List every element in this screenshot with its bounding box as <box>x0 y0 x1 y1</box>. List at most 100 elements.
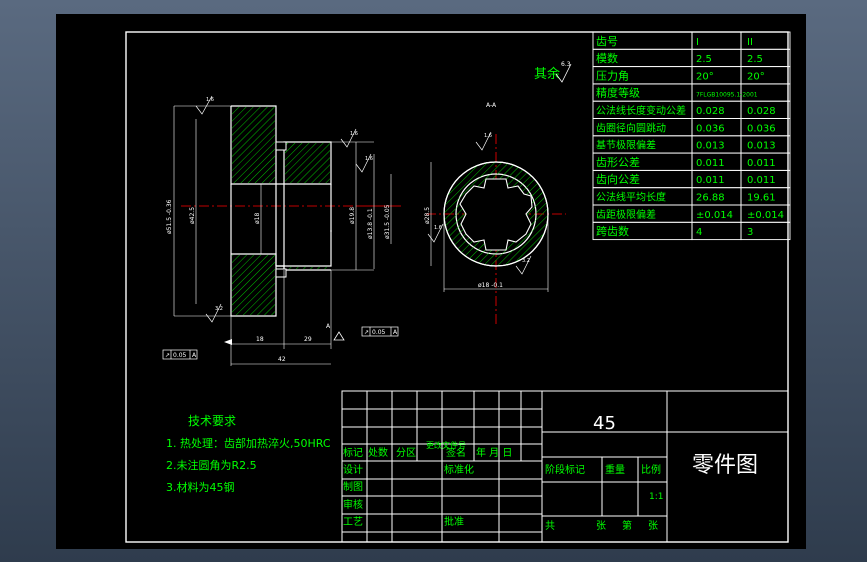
tb-mark: 标记 <box>343 447 363 459</box>
gear-table-value-1: 4 <box>696 227 702 238</box>
gear-table-value-1: 20° <box>696 71 714 82</box>
gear-table-row: 压力角 20° 20° <box>592 66 791 85</box>
main-section-view: ø51.5 -0.36 ø42.5 ø18 ø19.8 ø13.8 -0.1 ø… <box>162 95 401 366</box>
roughness-mark: 1.6 <box>484 133 492 139</box>
roughness-main: 6.3 <box>561 61 571 68</box>
tolerance-symbol: ↗ <box>165 352 170 359</box>
material-code: 45 <box>593 413 616 434</box>
gear-table-row: 公法线平均长度 26.88 19.61 <box>592 187 791 206</box>
cad-viewport[interactable]: ø51.5 -0.36 ø42.5 ø18 ø19.8 ø13.8 -0.1 ø… <box>0 0 867 562</box>
tolerance-symbol: ↗ <box>364 329 369 336</box>
tb-scale-value: 1:1 <box>649 492 663 502</box>
dim-width-42: 42 <box>278 356 286 363</box>
gear-table-value-1: 7FLGB10095.1-2001 <box>696 92 758 99</box>
tolerance-frame-left: ↗ 0.05 A <box>162 349 198 360</box>
dim-tip-diameter: ø51.5 -0.36 <box>166 199 173 234</box>
datum-marker-right <box>333 331 345 341</box>
end-dim-left: ø28.5 <box>424 207 431 224</box>
gear-table-row: 模数 2.5 2.5 <box>592 48 791 68</box>
gear-parameter-table: 齿号 I II模数 2.5 2.5压力角 20° 20°精度等级 7FLGB10095.1-2… <box>592 31 791 241</box>
gear-table-label: 精度等级 <box>596 86 640 100</box>
gear-table-value-2: ±0.014 <box>747 210 784 221</box>
tb-total: 共 <box>545 520 555 532</box>
tech-item: 2.未注圆角为R2.5 <box>166 458 257 472</box>
end-dim-bottom: ø18 -0.1 <box>478 282 503 289</box>
drawing-sheet: ø51.5 -0.36 ø42.5 ø18 ø19.8 ø13.8 -0.1 ø… <box>56 14 806 549</box>
gear-table-label: 公法线平均长度 <box>596 191 666 204</box>
gear-table-row: 齿圈径向圆跳动 0.036 0.036 <box>592 118 791 137</box>
roughness-mark: 1.6 <box>350 131 358 137</box>
tb-zone: 分区 <box>396 447 416 459</box>
tb-weight: 重量 <box>605 463 625 476</box>
tb-page: 第 <box>622 519 632 532</box>
tech-item: 1. 热处理：齿部加热淬火,50HRC <box>166 436 331 450</box>
tb-sheet: 张 <box>596 520 606 532</box>
gear-table-label: 模数 <box>596 52 618 65</box>
gear-table-value-2: 19.61 <box>747 193 776 204</box>
dim-hub-diameter-b: ø13.8 -0.1 <box>367 208 374 239</box>
gear-table-label: 齿向公差 <box>596 172 640 186</box>
tb-count: 处数 <box>368 446 388 459</box>
dim-hub-diameter-c: ø31.5 -0.05 <box>384 204 391 239</box>
tb-review: 审核 <box>343 498 363 511</box>
tb-scale: 比例 <box>641 463 661 476</box>
tb-sign: 签名 <box>446 446 466 459</box>
gear-table-label: 齿形公差 <box>596 155 640 169</box>
gear-table-value-1: 0.011 <box>696 158 725 169</box>
drawing-title: 零件图 <box>692 453 758 478</box>
gear-table-value-2: 0.011 <box>747 175 776 186</box>
tb-drafting: 制图 <box>343 480 363 493</box>
section-label: A-A <box>486 102 497 109</box>
tb-date: 年 月 日 <box>476 446 512 459</box>
gear-table-value-1: I <box>696 37 699 48</box>
datum-marker-left <box>224 339 232 345</box>
tech-item: 3.材料为45钢 <box>166 480 235 494</box>
tolerance-datum: A <box>393 329 398 336</box>
tb-standard: 标准化 <box>444 463 474 476</box>
gear-table-label: 跨齿数 <box>596 225 629 238</box>
dim-root-diameter: ø42.5 <box>189 207 196 224</box>
gear-table-value-2: II <box>747 37 753 48</box>
end-section-view: A-A ø18 -0.1 ø28.5 1.6 1.6 3.2 <box>424 102 566 324</box>
hatch-upper-tooth <box>232 107 275 183</box>
gear-table-row: 齿距极限偏差 ±0.014 ±0.014 <box>592 204 791 223</box>
gear-table-row: 公法线长度变动公差 0.028 0.028 <box>592 100 791 119</box>
dim-width-18: 18 <box>256 336 264 343</box>
gear-table-row: 齿向公差 0.011 0.011 <box>592 169 791 189</box>
gear-table-value-1: 2.5 <box>696 54 712 65</box>
gear-table-label: 齿圈径向圆跳动 <box>596 121 666 134</box>
gear-table-value-2: 0.013 <box>747 141 776 152</box>
gear-table-value-2: 0.036 <box>747 123 776 134</box>
dim-bore-diameter: ø18 <box>254 213 261 224</box>
roughness-mark: 1.6 <box>434 225 442 231</box>
tb-approve: 批准 <box>444 515 464 528</box>
dim-hub-diameter-a: ø19.8 <box>349 207 356 224</box>
gear-table-value-1: ±0.014 <box>696 210 733 221</box>
gear-table-row: 精度等级 7FLGB10095.1-2001 <box>592 83 791 102</box>
gear-table-row: 基节极限偏差 0.013 0.013 <box>592 135 791 154</box>
gear-table-row: 齿号 I II <box>592 31 791 50</box>
tb-page-unit: 张 <box>648 520 658 532</box>
gear-table-value-2: 0.011 <box>747 158 776 169</box>
gear-table-value-1: 0.013 <box>696 141 725 152</box>
hatch-lower-hub <box>285 267 330 269</box>
gear-table-value-2: 2.5 <box>747 54 763 65</box>
gear-table-value-1: 26.88 <box>696 193 725 204</box>
gear-table-value-2: 0.028 <box>747 106 776 117</box>
gear-table-label: 基节极限偏差 <box>596 139 656 152</box>
hatch-upper-hub <box>285 143 330 183</box>
gear-table-label: 压力角 <box>596 69 629 82</box>
dim-width-29: 29 <box>304 336 312 343</box>
tolerance-frame-right: ↗ 0.05 A <box>361 326 399 337</box>
gear-table-label: 齿距极限偏差 <box>596 208 656 221</box>
tech-title: 技术要求 <box>188 414 236 428</box>
gear-table-row: 跨齿数 4 3 <box>592 221 791 241</box>
gear-table-value-1: 0.036 <box>696 123 725 134</box>
gear-table-value-1: 0.011 <box>696 175 725 186</box>
gear-table-value-1: 0.028 <box>696 106 725 117</box>
tolerance-datum: A <box>192 352 197 359</box>
roughness-mark: 1.6 <box>365 156 373 162</box>
hatch-lower-tooth <box>232 255 275 315</box>
gear-table-value-2: 20° <box>747 71 765 82</box>
tolerance-value: 0.05 <box>372 329 386 336</box>
